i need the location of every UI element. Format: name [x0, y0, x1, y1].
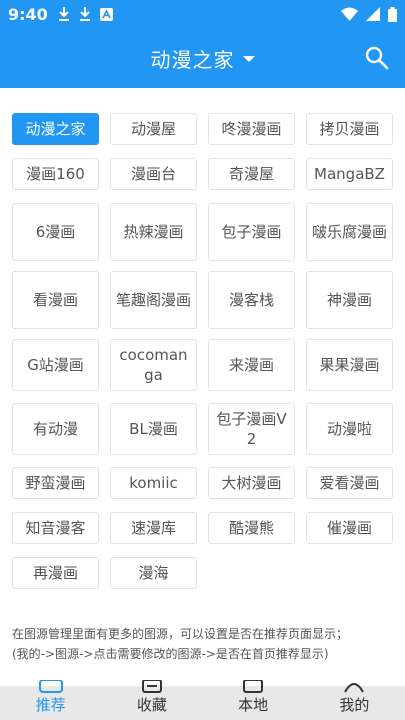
- profile-icon: [343, 680, 365, 698]
- source-chip[interactable]: 酷漫熊: [208, 512, 295, 544]
- source-hint-line1: 在图源管理里面有更多的图源，可以设置是否在推荐页面显示；: [12, 627, 349, 641]
- source-chip[interactable]: 包子漫画V2: [208, 403, 295, 455]
- cellular-icon: [366, 7, 380, 21]
- source-chip[interactable]: 奇漫屋: [208, 158, 295, 190]
- source-chip[interactable]: 拷贝漫画: [306, 113, 393, 145]
- app-title: 动漫之家: [150, 47, 235, 72]
- source-chip[interactable]: komiic: [110, 467, 197, 499]
- source-chip[interactable]: 动漫之家: [12, 113, 99, 145]
- status-bar: 9:40: [0, 0, 405, 28]
- status-time: 9:40: [8, 4, 48, 24]
- source-chip[interactable]: 漫海: [110, 557, 197, 589]
- download-icon: [79, 7, 91, 21]
- source-chip[interactable]: 6漫画: [12, 203, 99, 261]
- source-chip[interactable]: 漫画160: [12, 158, 99, 190]
- source-chip[interactable]: 爱看漫画: [306, 467, 393, 499]
- source-chip[interactable]: 神漫画: [306, 271, 393, 329]
- source-chip[interactable]: 漫客栈: [208, 271, 295, 329]
- source-chip[interactable]: 催漫画: [306, 512, 393, 544]
- source-chip[interactable]: 啵乐腐漫画: [306, 203, 393, 261]
- source-grid: 动漫之家 动漫屋 咚漫漫画 拷贝漫画漫画160 漫画台 奇漫屋 MangaBZ 6漫画 热辣漫画…: [0, 88, 405, 598]
- nav-favorites[interactable]: 收藏: [101, 679, 202, 720]
- nav-mine[interactable]: 我的: [304, 683, 405, 720]
- source-chip[interactable]: 看漫画: [12, 271, 99, 329]
- source-chip[interactable]: 来漫画: [208, 339, 295, 391]
- source-chip[interactable]: 动漫屋: [110, 113, 197, 145]
- recommend-icon: [38, 679, 64, 698]
- dropdown-caret-icon: [242, 56, 255, 62]
- app-bar: 动漫之家: [0, 28, 405, 88]
- source-chip[interactable]: 漫画台: [110, 158, 197, 190]
- battery-icon: [388, 6, 397, 22]
- bottom-nav: 推荐 收藏 本地 我的: [0, 679, 405, 720]
- source-chip[interactable]: 果果漫画: [306, 339, 393, 391]
- source-chip[interactable]: 再漫画: [12, 557, 99, 589]
- source-chip[interactable]: 咚漫漫画: [208, 113, 295, 145]
- source-chip[interactable]: cocomanga: [110, 339, 197, 391]
- source-chip[interactable]: 速漫库: [110, 512, 197, 544]
- source-chip[interactable]: BL漫画: [110, 403, 197, 455]
- search-icon[interactable]: [363, 44, 391, 72]
- source-chip[interactable]: 热辣漫画: [110, 203, 197, 261]
- local-icon: [242, 679, 264, 698]
- nav-recommend[interactable]: 推荐: [0, 679, 101, 720]
- app-notification-icon: [99, 7, 113, 21]
- source-selector[interactable]: 动漫之家: [151, 44, 255, 73]
- source-chip[interactable]: G站漫画: [12, 339, 99, 391]
- source-chip[interactable]: 野蛮漫画: [12, 467, 99, 499]
- wifi-icon: [341, 7, 358, 21]
- source-chip[interactable]: MangaBZ: [306, 158, 393, 190]
- nav-local[interactable]: 本地: [203, 679, 304, 720]
- source-chip[interactable]: 动漫啦: [306, 403, 393, 455]
- source-chip[interactable]: 知音漫客: [12, 512, 99, 544]
- source-chip[interactable]: 包子漫画: [208, 203, 295, 261]
- source-chip[interactable]: 有动漫: [12, 403, 99, 455]
- source-chip[interactable]: 笔趣阁漫画: [110, 271, 197, 329]
- bookshelf-icon: [141, 679, 163, 698]
- download-icon: [58, 7, 70, 21]
- source-chip[interactable]: 大树漫画: [208, 467, 295, 499]
- source-hint: 在图源管理里面有更多的图源，可以设置是否在推荐页面显示； (我的->图源->点击…: [12, 624, 397, 664]
- source-hint-line2: (我的->图源->点击需要修改的图源->是否在首页推荐显示): [12, 647, 329, 661]
